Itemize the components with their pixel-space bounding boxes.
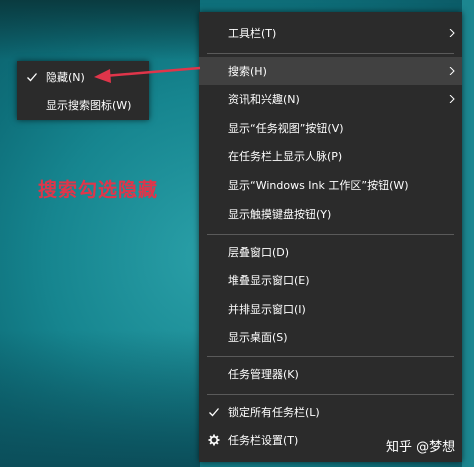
watermark: 知乎 @梦想 [386, 440, 456, 455]
red-arrow-icon [94, 66, 201, 83]
annotation-text: 搜索勾选隐藏 [38, 179, 159, 201]
